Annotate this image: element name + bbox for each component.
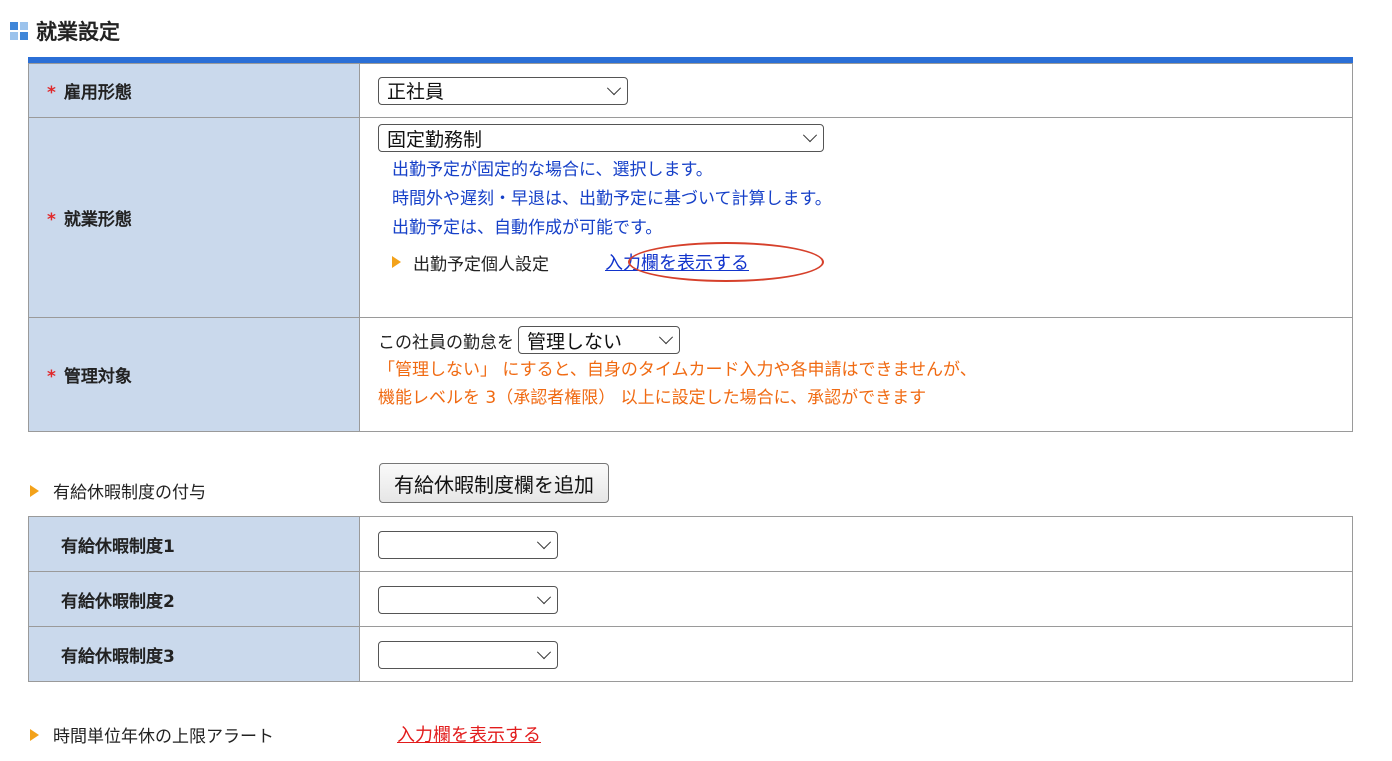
employment-type-value: 正社員	[387, 81, 445, 103]
triangle-right-icon	[30, 484, 39, 497]
managed-prefix: この社員の勤怠を	[378, 332, 514, 353]
section-title: 就業設定	[36, 20, 120, 44]
note-line: 「管理しない」 にすると、自身のタイムカード入力や各申請はできませんが、	[378, 360, 977, 380]
paid-leave-label: 有給休暇制度3	[61, 646, 175, 667]
employment-type-label: 雇用形態	[63, 83, 132, 103]
paid-leave-grant-row: 有給休暇制度の付与	[30, 478, 206, 503]
paid-leave-label: 有給休暇制度1	[61, 536, 175, 557]
required-mark: *	[47, 210, 56, 230]
work-style-label-cell: * 就業形態	[28, 117, 360, 318]
table-row: * 雇用形態 正社員	[28, 63, 1353, 118]
note-line: 出勤予定は、自動作成が可能です。	[392, 218, 663, 238]
table-row: 有給休暇制度3	[28, 626, 1353, 682]
note-line: 出勤予定が固定的な場合に、選択します。	[392, 160, 713, 180]
employment-type-label-cell: * 雇用形態	[28, 63, 360, 118]
paid-leave-select-1[interactable]	[378, 530, 558, 559]
personal-schedule-row: 出勤予定個人設定 入力欄を表示する	[360, 242, 1352, 282]
work-style-value: 固定勤務制	[387, 128, 483, 151]
table-row: 有給休暇制度2	[28, 571, 1353, 627]
highlight-ellipse	[628, 242, 824, 282]
required-mark: *	[47, 367, 56, 387]
managed-select[interactable]: 管理しない	[518, 326, 680, 354]
managed-label-cell: * 管理対象	[28, 317, 360, 432]
chevron-down-icon	[536, 589, 552, 604]
paid-leave-select-3[interactable]	[378, 640, 558, 669]
employment-type-select[interactable]: 正社員	[378, 76, 628, 105]
section-header: 就業設定	[10, 16, 120, 46]
paid-leave-label: 有給休暇制度2	[61, 591, 175, 612]
work-style-notes: 出勤予定が固定的な場合に、選択します。 時間外や遅刻・早退は、出勤予定に基づいて…	[360, 156, 1352, 243]
hourly-leave-show-input-link[interactable]: 入力欄を表示する	[397, 721, 541, 747]
chevron-down-icon	[658, 330, 674, 345]
triangle-right-icon	[392, 256, 401, 268]
managed-label: 管理対象	[63, 367, 132, 387]
managed-notes: 「管理しない」 にすると、自身のタイムカード入力や各申請はできませんが、 機能レ…	[360, 356, 1352, 412]
managed-value: 管理しない	[527, 330, 623, 353]
hourly-leave-row: 時間単位年休の上限アラート	[30, 722, 274, 747]
table-row: * 管理対象 この社員の勤怠を 管理しない 「管理しない」 にすると、自身のタイム…	[28, 317, 1353, 432]
work-style-label: 就業形態	[63, 210, 132, 230]
paid-leave-select-2[interactable]	[378, 585, 558, 614]
add-paid-leave-button[interactable]: 有給休暇制度欄を追加	[379, 463, 609, 503]
paid-leave-grant-label: 有給休暇制度の付与	[53, 483, 206, 503]
chevron-down-icon	[536, 534, 552, 549]
note-line: 機能レベルを 3（承認者権限） 以上に設定した場合に、承認ができます	[378, 388, 927, 408]
chevron-down-icon	[802, 128, 818, 143]
hourly-leave-label: 時間単位年休の上限アラート	[53, 727, 274, 747]
table-row: * 就業形態 固定勤務制 出勤予定が固定的な場合に、選択します。 時間外や遅刻・早…	[28, 117, 1353, 318]
required-mark: *	[47, 83, 56, 103]
table-row: 有給休暇制度1	[28, 516, 1353, 572]
grid-icon	[10, 22, 28, 40]
employment-settings-table: * 雇用形態 正社員 * 就業形態 固定勤務制 出勤予定が固定的な場合に、選択し…	[28, 63, 1353, 432]
paid-leave-table: 有給休暇制度1 有給休暇制度2 有給休暇制度3	[28, 516, 1353, 682]
note-line: 時間外や遅刻・早退は、出勤予定に基づいて計算します。	[392, 189, 832, 209]
chevron-down-icon	[606, 80, 622, 95]
personal-schedule-label: 出勤予定個人設定	[413, 254, 549, 275]
work-style-select[interactable]: 固定勤務制	[378, 124, 824, 152]
triangle-right-icon	[30, 728, 39, 741]
chevron-down-icon	[536, 644, 552, 659]
